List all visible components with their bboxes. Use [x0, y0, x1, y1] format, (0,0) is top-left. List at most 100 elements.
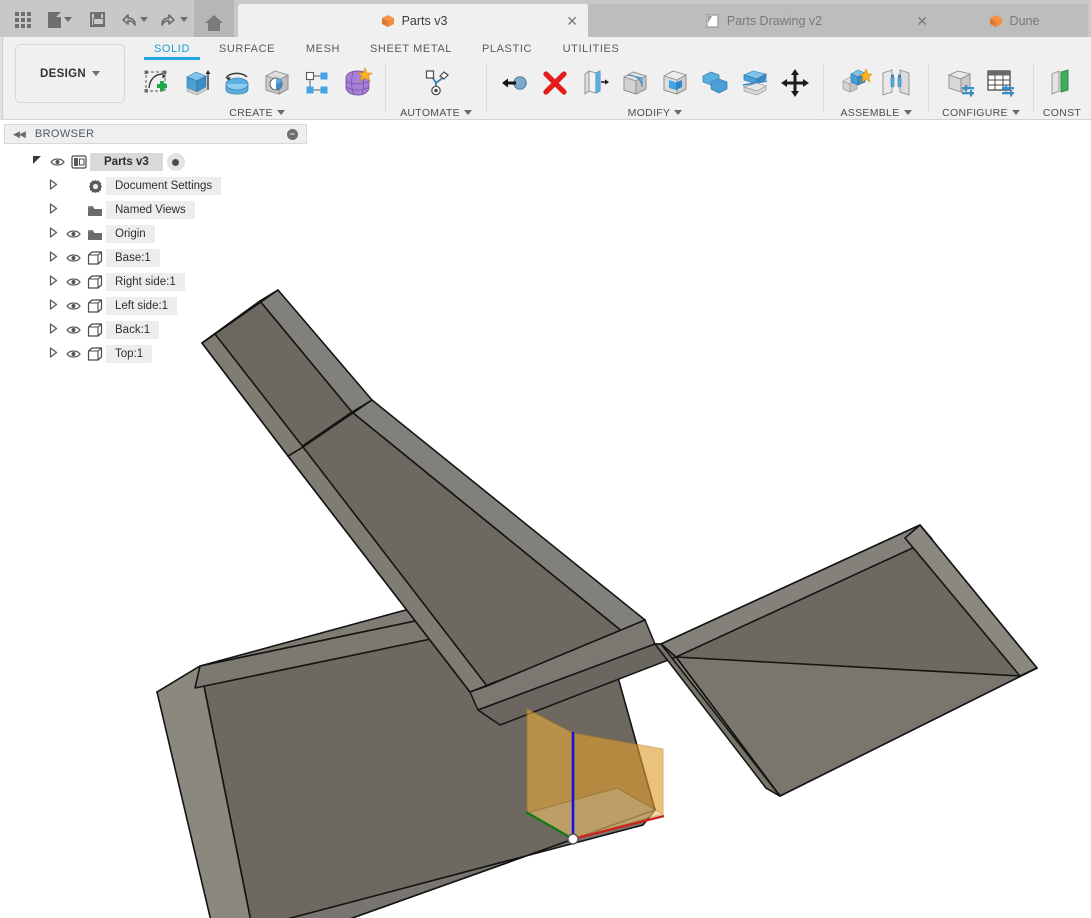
tree-node-origin[interactable]: Origin	[10, 222, 310, 246]
shell-icon	[663, 70, 687, 95]
expander-icon[interactable]	[44, 203, 62, 217]
document-tab-dune[interactable]: Dune	[938, 4, 1088, 37]
close-icon[interactable]: ✕	[916, 14, 928, 28]
split-body-tool[interactable]	[737, 64, 773, 102]
fusion-window: Parts v3 ✕ Parts Drawing v2 ✕ Dune DESIG…	[0, 0, 1091, 918]
ribbon-panel-automate-label[interactable]: AUTOMATE	[400, 105, 472, 120]
ribbon-tab-label: UTILITIES	[562, 43, 620, 55]
ribbon-tab-sheet-metal[interactable]: SHEET METAL	[356, 39, 466, 60]
home-button[interactable]	[194, 0, 234, 37]
ribbon-tab-solid[interactable]: SOLID	[140, 39, 204, 60]
close-icon[interactable]: ✕	[566, 14, 578, 28]
joint-tool[interactable]	[878, 64, 914, 102]
visibility-eye-icon[interactable]	[62, 349, 84, 359]
collapse-icon[interactable]: ◀◀	[13, 129, 26, 140]
folder-icon	[84, 228, 106, 241]
create-sketch-tool[interactable]	[139, 64, 175, 102]
offset-face-tool[interactable]	[577, 64, 613, 102]
create-configuration-tool[interactable]	[943, 64, 979, 102]
title-bar: Parts v3 ✕ Parts Drawing v2 ✕ Dune	[0, 0, 1091, 37]
ribbon-panel-create-label[interactable]: CREATE	[229, 105, 285, 120]
app-grid-button[interactable]	[6, 4, 40, 35]
expander-icon[interactable]	[44, 179, 62, 193]
workspace-selector[interactable]: DESIGN	[15, 44, 125, 103]
tree-node-named-views[interactable]: Named Views	[10, 198, 310, 222]
visibility-eye-icon[interactable]	[62, 325, 84, 335]
ribbon-tab-mesh[interactable]: MESH	[290, 39, 356, 60]
tree-node-top[interactable]: Top:1	[10, 342, 310, 366]
ribbon-tab-label: PLASTIC	[481, 43, 533, 55]
expander-icon[interactable]	[44, 299, 62, 313]
offset-face-icon	[584, 70, 609, 95]
orange-cube-icon	[989, 14, 1002, 27]
offset-plane-icon	[1051, 69, 1069, 95]
chevron-down-icon	[91, 71, 100, 76]
expander-icon[interactable]	[44, 323, 62, 337]
expander-icon[interactable]	[44, 227, 62, 241]
new-component-tool[interactable]	[838, 64, 874, 102]
move-arrows-icon	[781, 69, 809, 97]
extrude-tool[interactable]	[179, 64, 215, 102]
tree-node-base[interactable]: Base:1	[10, 246, 310, 270]
visibility-eye-icon[interactable]	[46, 157, 68, 167]
combine-icon	[702, 71, 728, 94]
hole-tool[interactable]	[259, 64, 295, 102]
expander-icon[interactable]	[44, 251, 62, 265]
ribbon-panel-modify: MODIFY	[491, 61, 819, 120]
configure-table-icon	[987, 70, 1014, 97]
offset-plane-tool[interactable]	[1044, 64, 1080, 102]
pattern-tool[interactable]	[299, 64, 335, 102]
orange-cube-icon	[381, 14, 394, 27]
save-button[interactable]	[80, 4, 114, 35]
expander-icon[interactable]	[44, 275, 62, 289]
revolve-tool[interactable]	[219, 64, 255, 102]
expander-icon[interactable]	[44, 347, 62, 361]
ribbon-panel-construct-label[interactable]: CONST	[1043, 105, 1081, 120]
ribbon-panel-assemble-label[interactable]: ASSEMBLE	[840, 105, 912, 120]
visibility-eye-icon[interactable]	[62, 253, 84, 263]
undo-arrow-icon	[122, 14, 136, 26]
ribbon-tab-label: SURFACE	[218, 43, 276, 55]
red-x-icon	[543, 71, 567, 95]
redo-button[interactable]	[154, 4, 194, 35]
chevron-down-icon	[276, 110, 285, 115]
ribbon-tab-label: SHEET METAL	[370, 43, 452, 55]
press-pull-tool[interactable]	[497, 64, 533, 102]
visibility-eye-icon[interactable]	[62, 229, 84, 239]
configuration-table-tool[interactable]	[983, 64, 1019, 102]
panel-divider	[385, 63, 386, 113]
chevron-down-icon	[180, 17, 188, 22]
combine-tool[interactable]	[697, 64, 733, 102]
tree-node-back[interactable]: Back:1	[10, 318, 310, 342]
ribbon-panel-construct: CONST	[1038, 61, 1086, 120]
fillet-tool[interactable]	[617, 64, 653, 102]
ribbon-panel-modify-label[interactable]: MODIFY	[628, 105, 683, 120]
panel-divider	[928, 63, 929, 113]
drawing-sheet-icon	[706, 13, 719, 28]
tree-node-left-side[interactable]: Left side:1	[10, 294, 310, 318]
tree-node-label: Document Settings	[106, 177, 222, 195]
tree-node-document-settings[interactable]: Document Settings	[10, 174, 310, 198]
visibility-eye-icon[interactable]	[62, 277, 84, 287]
ribbon-tab-surface[interactable]: SURFACE	[204, 39, 290, 60]
document-tab-parts[interactable]: Parts v3 ✕	[238, 4, 588, 37]
expander-icon[interactable]	[28, 155, 46, 169]
browser-header[interactable]: ◀◀ BROWSER −	[4, 124, 307, 144]
create-form-tool[interactable]	[339, 64, 375, 102]
panel-label-text: CONFIGURE	[942, 106, 1008, 119]
tree-node-root[interactable]: Parts v3	[10, 150, 310, 174]
tree-node-right-side[interactable]: Right side:1	[10, 270, 310, 294]
delete-tool[interactable]	[537, 64, 573, 102]
automated-modeling-tool[interactable]	[418, 64, 454, 102]
new-document-button[interactable]	[40, 4, 80, 35]
activate-component-radio[interactable]	[166, 153, 185, 171]
move-copy-tool[interactable]	[777, 64, 813, 102]
ribbon-panel-configure-label[interactable]: CONFIGURE	[942, 105, 1020, 120]
document-tab-drawing[interactable]: Parts Drawing v2 ✕	[588, 4, 938, 37]
minimize-icon[interactable]: −	[287, 128, 298, 140]
ribbon-tab-plastic[interactable]: PLASTIC	[466, 39, 548, 60]
undo-button[interactable]	[114, 4, 154, 35]
shell-tool[interactable]	[657, 64, 693, 102]
visibility-eye-icon[interactable]	[62, 301, 84, 311]
ribbon-tab-utilities[interactable]: UTILITIES	[548, 39, 634, 60]
